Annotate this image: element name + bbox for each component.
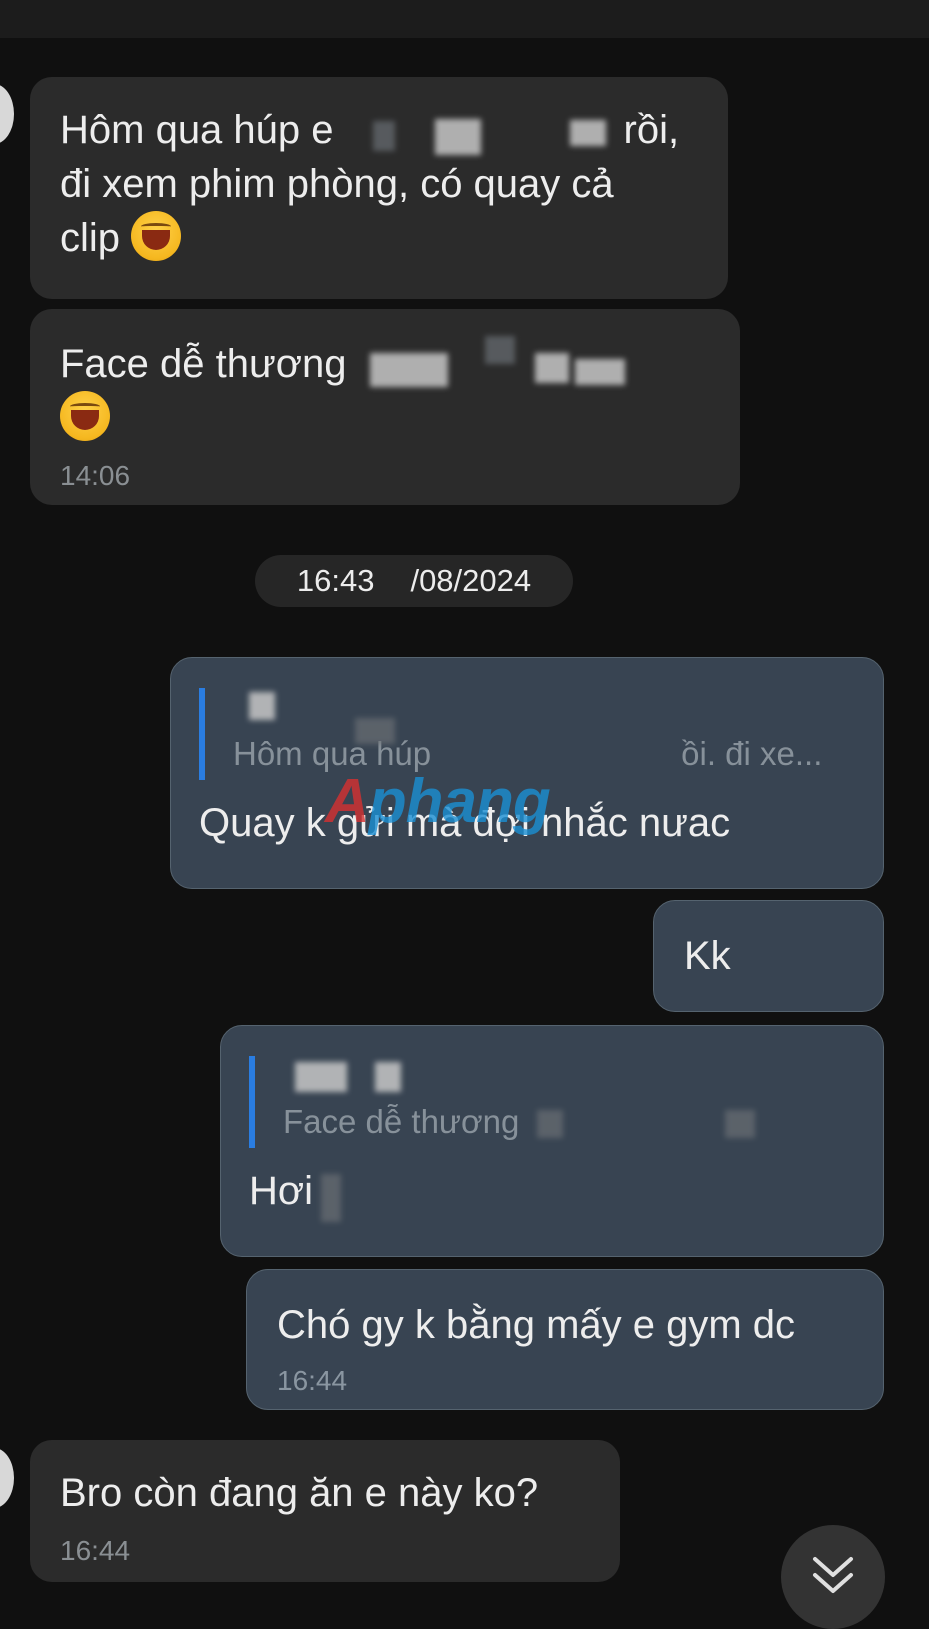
redacted-blur	[537, 1110, 563, 1138]
redacted-blur	[375, 1062, 401, 1092]
message-time: 16:44	[277, 1365, 348, 1396]
redacted-blur	[570, 120, 606, 146]
message-text: Bro còn đang ăn e này ko?	[60, 1471, 539, 1515]
double-chevron-down-icon	[813, 1557, 853, 1593]
message-text: Hơi	[249, 1169, 314, 1213]
redacted-blur	[370, 353, 448, 387]
top-bar	[0, 0, 929, 38]
redacted-blur	[485, 336, 515, 364]
reply-snippet-end: ồi. đi xe...	[681, 735, 823, 772]
message-text: Face dễ thương	[60, 337, 347, 445]
redacted-blur	[373, 121, 395, 151]
outgoing-message-4[interactable]: Chó gy k bằng mấy e gym dc 16:44	[246, 1269, 884, 1410]
scroll-to-bottom-button[interactable]	[781, 1525, 885, 1629]
reply-snippet: Face dễ thương	[283, 1103, 520, 1140]
contact-avatar[interactable]	[0, 1448, 14, 1508]
date-separator-date: /08/2024	[410, 563, 532, 598]
outgoing-message-2[interactable]: Kk	[653, 900, 884, 1012]
reply-sender-name	[233, 688, 859, 728]
message-line-3: clip	[60, 216, 121, 260]
redacted-blur	[355, 718, 395, 744]
redacted-blur	[295, 1062, 347, 1092]
message-time: 14:06	[60, 460, 131, 491]
message-text: Chó gy k bằng mấy e gym dc	[277, 1303, 796, 1347]
message-line-2: đi xem phim phòng, có quay cả	[60, 162, 614, 206]
watermark-logo: Aphang	[325, 767, 551, 836]
redacted-blur	[535, 353, 569, 383]
incoming-message-1[interactable]: Hôm qua húp e rồi, đi xem phim phòng, có …	[30, 77, 728, 299]
redacted-blur	[321, 1174, 341, 1222]
message-line-1a: Hôm qua húp e	[60, 108, 334, 152]
redacted-blur	[435, 119, 481, 155]
date-separator: 16:43/08/2024	[255, 555, 573, 607]
date-separator-time: 16:43	[296, 563, 375, 598]
message-line-1: Face dễ thương	[60, 342, 347, 386]
outgoing-message-3[interactable]: Face dễ thương Hơi	[220, 1025, 884, 1257]
message-time: 16:44	[60, 1535, 131, 1566]
reply-sender-name	[283, 1056, 859, 1096]
redacted-blur	[575, 359, 625, 385]
laughing-crying-emoji-icon	[131, 211, 182, 261]
contact-avatar[interactable]	[0, 84, 14, 144]
incoming-message-3[interactable]: Bro còn đang ăn e này ko? 16:44	[30, 1440, 620, 1582]
incoming-message-2[interactable]: Face dễ thương 14:06	[30, 309, 740, 505]
message-line-1b: rồi,	[623, 108, 680, 152]
redacted-blur	[249, 692, 275, 720]
reply-quote[interactable]: Face dễ thương	[249, 1056, 859, 1148]
laughing-crying-emoji-icon	[60, 391, 110, 441]
message-text: Kk	[684, 934, 731, 978]
redacted-blur	[725, 1110, 755, 1138]
